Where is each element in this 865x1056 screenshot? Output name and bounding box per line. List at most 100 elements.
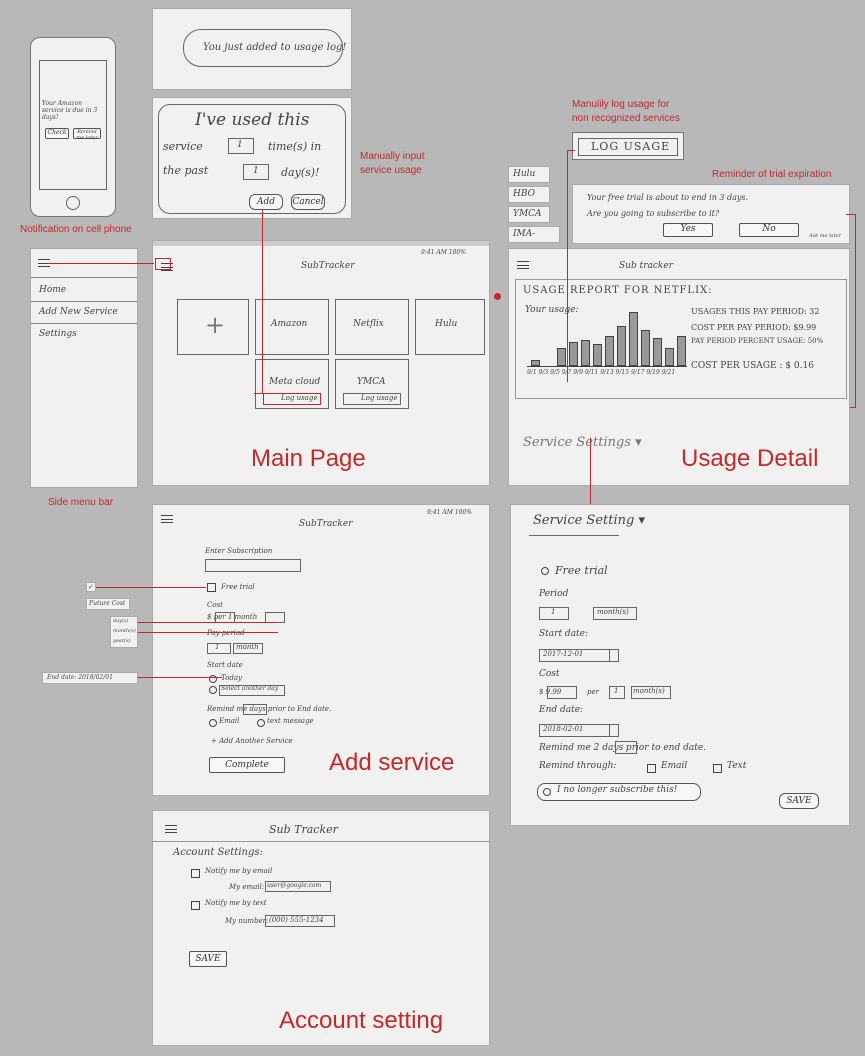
trial-yes-button[interactable]: Yes	[663, 223, 713, 237]
start-date-picker-icon[interactable]	[609, 649, 619, 662]
today-label: Today	[221, 674, 242, 682]
usage-bar	[557, 348, 566, 366]
connector-service-setting	[590, 438, 591, 506]
side-menu-divider	[31, 323, 137, 324]
free-trial-checkbox[interactable]	[207, 583, 216, 592]
usage-input-line2b: time(s) in	[268, 140, 322, 153]
connector-log-usage-h	[567, 150, 575, 151]
log-usage-sketch: LOG USAGE	[572, 132, 684, 160]
log-list-item-label: HBO	[513, 189, 536, 199]
service-setting-underline	[529, 535, 619, 536]
usage-bar	[629, 312, 638, 366]
select-day-label: Select another day	[221, 685, 279, 692]
add-another-link[interactable]: + Add Another Service	[211, 737, 293, 745]
label-side-menu: Side menu bar	[48, 497, 114, 508]
trial-later-link[interactable]: Ask me later	[809, 233, 841, 239]
phone-home-button[interactable]	[66, 196, 80, 210]
pay-period-value: 1	[215, 643, 220, 651]
future-cost-sketch: Future Cost	[86, 598, 130, 610]
unit-option[interactable]: day(s)	[113, 618, 128, 624]
number-value: (000) 555-1234	[269, 916, 324, 924]
usage-bar	[531, 360, 540, 366]
side-menu-item-add-service[interactable]: Add New Service	[39, 307, 118, 317]
side-menu-divider	[31, 301, 137, 302]
add-hamburger-icon[interactable]	[161, 515, 173, 523]
service-tile-label: Meta cloud	[269, 377, 321, 387]
connector-side-menu	[48, 263, 154, 264]
label-main-page: Main Page	[251, 445, 366, 472]
unit-option[interactable]: month(s)	[113, 628, 136, 634]
account-save-button[interactable]: SAVE	[189, 951, 227, 967]
cost-field[interactable]	[547, 686, 577, 699]
label-manual-log: Manulily log usage for non recognized se…	[572, 99, 680, 124]
service-tile-label: Netflix	[353, 319, 384, 329]
toast-text: You just added to usage log!	[203, 42, 347, 53]
service-tile-label: Hulu	[435, 319, 458, 329]
free-trial-radio[interactable]	[541, 567, 549, 575]
email-label: My email:	[229, 883, 265, 891]
email-radio[interactable]	[209, 719, 217, 727]
future-cost-label: Future Cost	[89, 600, 126, 607]
subscription-input[interactable]	[205, 559, 301, 572]
log-usage-label: Log usage	[361, 394, 398, 402]
service-setting-sketch: Service Setting ▾ Free trial Period 1 mo…	[510, 504, 850, 826]
main-page-statusbar	[153, 241, 489, 246]
usage-bar	[617, 326, 626, 366]
unit-option[interactable]: year(s)	[113, 638, 131, 644]
end-date-note: End date: 2018/02/01	[47, 674, 113, 681]
free-trial-label: Free trial	[221, 583, 255, 591]
usage-add-button[interactable]: Add	[249, 194, 283, 210]
account-hamburger-icon[interactable]	[165, 825, 177, 833]
usage-bar	[653, 338, 662, 366]
usage-cancel-button[interactable]: Cancel	[291, 194, 325, 210]
no-longer-label: I no longer subscribe this!	[557, 785, 678, 795]
log-list-item-hulu[interactable]: Hulu	[508, 166, 550, 183]
cost-per: per	[587, 688, 599, 696]
service-tile-label: YMCA	[357, 377, 386, 387]
remind-days-input[interactable]	[243, 704, 267, 715]
usage-input-line2a: service	[163, 140, 203, 153]
remind-text-label: Text	[727, 761, 747, 771]
side-menu-item-settings[interactable]: Settings	[39, 329, 77, 339]
trial-no-button[interactable]: No	[739, 223, 799, 237]
phone-check-button[interactable]: Check	[45, 128, 69, 139]
usage-bar	[665, 348, 674, 366]
no-longer-icon	[543, 788, 551, 796]
add-service-plus-icon: +	[205, 311, 226, 339]
trial-line2: Are you going to subscribe to it?	[587, 209, 720, 218]
period-label: Period	[539, 589, 569, 599]
usage-stat3: PAY PERIOD PERCENT USAGE: 50%	[691, 337, 824, 345]
period-unit-value: month(s)	[597, 608, 629, 616]
main-page-status: 9:41 AM 100%	[421, 249, 466, 256]
account-title: Sub Tracker	[269, 823, 338, 836]
log-list-item-label: YMCA	[513, 209, 542, 219]
end-date-label: End date:	[539, 705, 584, 715]
notify-email-checkbox[interactable]	[191, 869, 200, 878]
usage-input-line1: I've used this	[195, 110, 310, 130]
notify-text-checkbox[interactable]	[191, 901, 200, 910]
phone-remind-button[interactable]: Remind me later	[73, 128, 101, 141]
select-day-radio[interactable]	[209, 686, 217, 694]
account-heading: Account Settings:	[173, 847, 263, 858]
end-date-picker-icon[interactable]	[609, 724, 619, 737]
service-save-button[interactable]: SAVE	[779, 793, 819, 809]
usage-hamburger-icon[interactable]	[517, 261, 529, 269]
log-list-item-ima[interactable]: IMA-	[508, 226, 560, 243]
text-radio[interactable]	[257, 719, 265, 727]
notify-text-label: Notify me by text	[205, 899, 267, 907]
remind-text-checkbox[interactable]	[713, 764, 722, 773]
complete-button[interactable]: Complete	[209, 757, 285, 773]
connector-usage-input-h	[254, 393, 263, 394]
remind-email-label: Email	[661, 761, 688, 771]
days-value: 1	[253, 166, 259, 176]
log-list-item-ymca[interactable]: YMCA	[508, 206, 550, 223]
remind-days-field[interactable]	[615, 741, 637, 754]
remind-line: Remind me days prior to End date.	[207, 705, 332, 713]
service-settings-link[interactable]: Service Settings ▾	[523, 435, 642, 450]
add-service-title: SubTracker	[299, 519, 353, 529]
label-notification: Notification on cell phone	[20, 224, 132, 235]
side-menu-item-home[interactable]: Home	[39, 285, 66, 295]
start-date-label: Start date:	[539, 629, 589, 639]
remind-email-checkbox[interactable]	[647, 764, 656, 773]
log-list-item-hbo[interactable]: HBO	[508, 186, 550, 203]
